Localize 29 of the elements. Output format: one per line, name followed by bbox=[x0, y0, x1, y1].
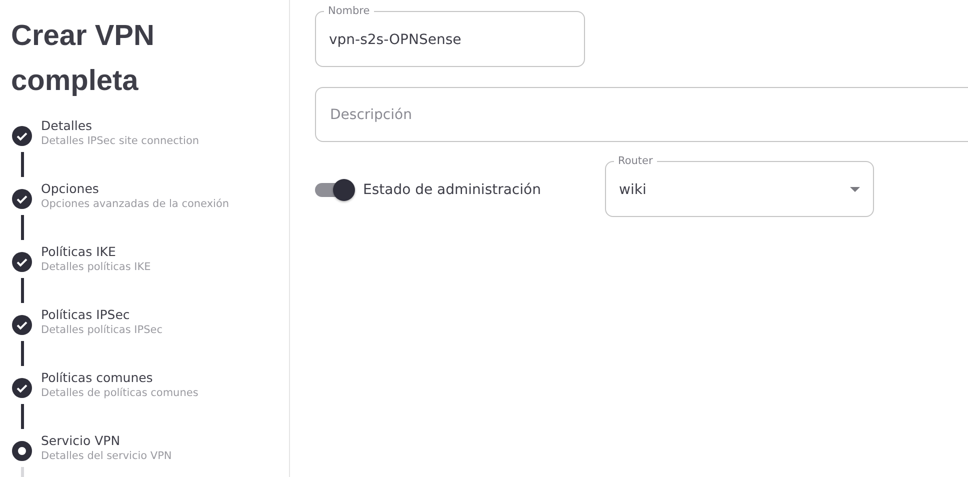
step-connector bbox=[20, 278, 24, 303]
step-connector bbox=[20, 215, 24, 240]
step-description: Detalles del servicio VPN bbox=[41, 450, 172, 462]
caret-icon bbox=[850, 187, 860, 192]
step-description: Detalles políticas IKE bbox=[41, 261, 151, 273]
step-label: Opciones bbox=[41, 181, 100, 196]
page-title: Crear VPN completa bbox=[11, 19, 156, 99]
check-circle-icon bbox=[12, 315, 32, 335]
step-label: Políticas IPSec bbox=[41, 307, 131, 322]
name-field[interactable]: Nombre vpn-s2s-OPNSense bbox=[315, 4, 585, 67]
step-label: Políticas IKE bbox=[41, 244, 117, 259]
step-label: Servicio VPN bbox=[41, 433, 122, 448]
check-circle-icon bbox=[12, 189, 32, 209]
check-circle-icon bbox=[12, 126, 32, 146]
switch-label: Estado de administración bbox=[363, 182, 541, 198]
step-connector bbox=[20, 404, 24, 429]
step-description: Detalles de políticas comunes bbox=[41, 387, 198, 399]
step-description: Detalles políticas IPSec bbox=[41, 324, 162, 336]
circle-icon bbox=[12, 441, 32, 461]
router-select[interactable]: Router wiki bbox=[605, 154, 874, 217]
step-label: Políticas comunes bbox=[41, 370, 154, 385]
step-description: Opciones avanzadas de la conexión bbox=[41, 198, 230, 210]
step-connector bbox=[20, 152, 24, 177]
step-connector bbox=[20, 341, 24, 366]
step-description: Detalles IPSec site connection bbox=[41, 135, 200, 147]
check-circle-icon bbox=[12, 252, 32, 272]
step-label: Detalles bbox=[41, 118, 94, 133]
check-circle-icon bbox=[12, 378, 32, 398]
description-field[interactable]: Descripción bbox=[315, 87, 968, 142]
